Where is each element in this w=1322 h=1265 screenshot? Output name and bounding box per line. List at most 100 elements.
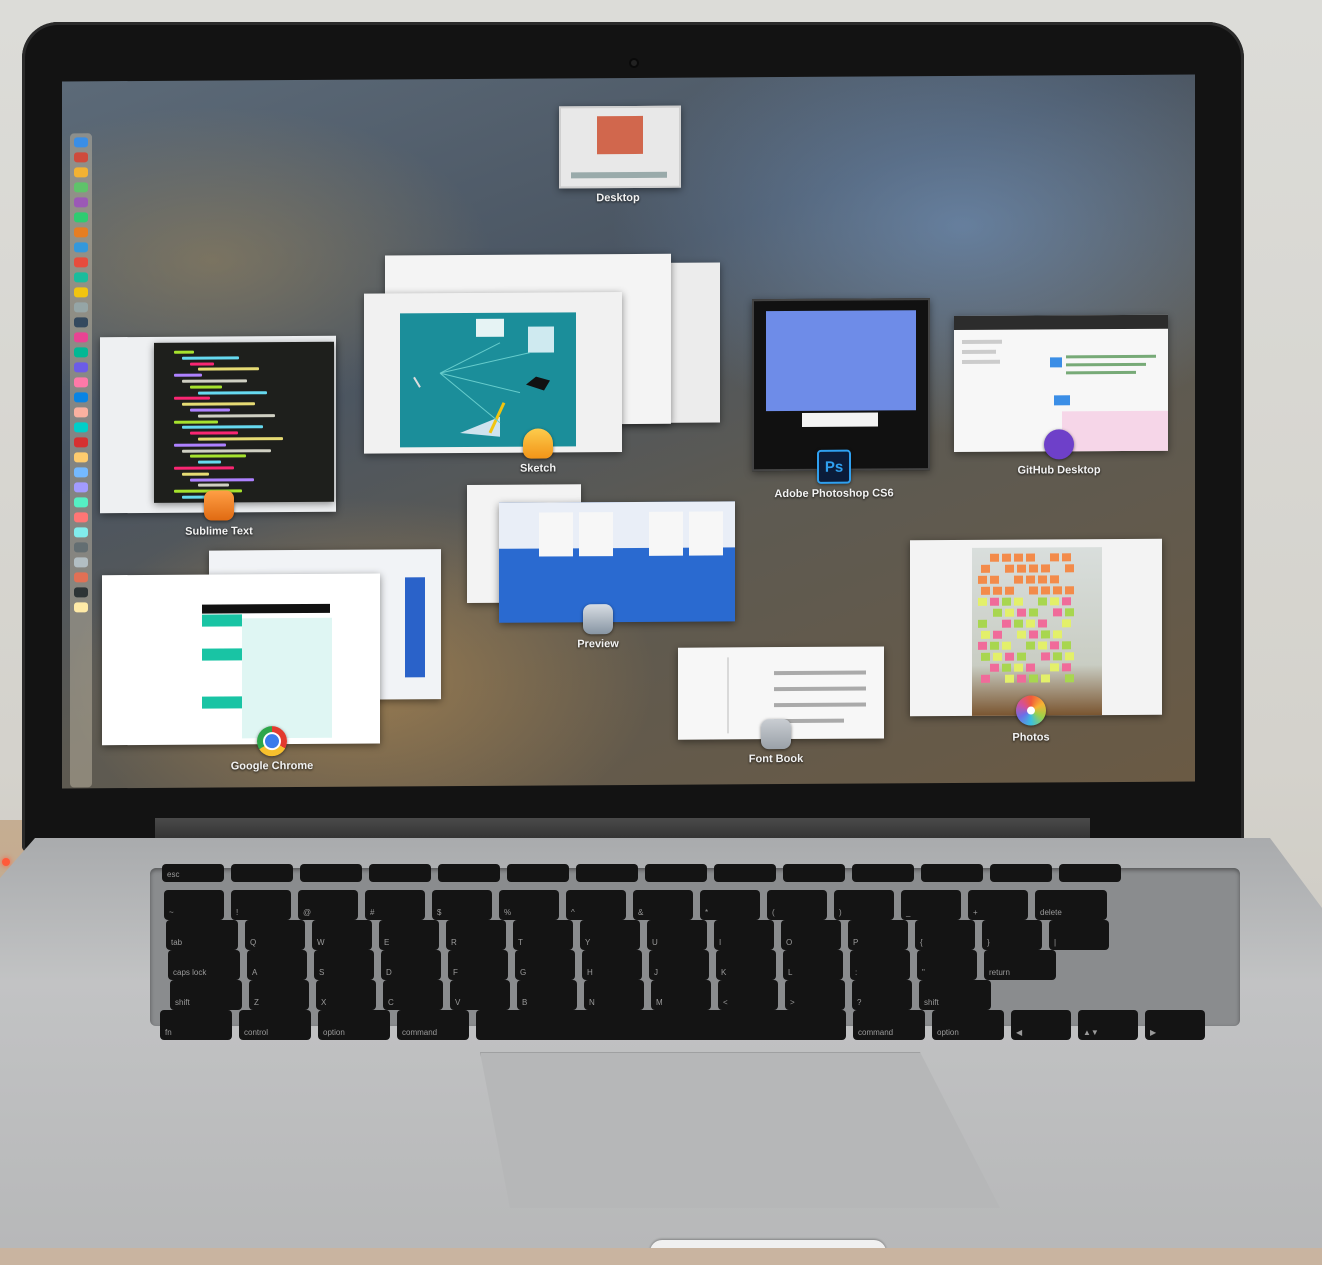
- dock-app-icon[interactable]: [74, 497, 88, 508]
- key[interactable]: [921, 864, 983, 882]
- dock-app-icon[interactable]: [74, 182, 88, 193]
- key[interactable]: V: [450, 980, 510, 1010]
- dock-app-icon[interactable]: [74, 272, 88, 283]
- key[interactable]: [714, 864, 776, 882]
- key[interactable]: [990, 864, 1052, 882]
- key[interactable]: %: [499, 890, 559, 920]
- dock-app-icon[interactable]: [74, 572, 88, 583]
- key[interactable]: [369, 864, 431, 882]
- key[interactable]: D: [381, 950, 441, 980]
- key[interactable]: A: [247, 950, 307, 980]
- key[interactable]: J: [649, 950, 709, 980]
- dock-app-icon[interactable]: [74, 482, 88, 493]
- key[interactable]: caps lock: [168, 950, 240, 980]
- dock-app-icon[interactable]: [74, 467, 88, 478]
- dock-app-icon[interactable]: [74, 527, 88, 538]
- dock-app-icon[interactable]: [74, 287, 88, 298]
- key[interactable]: Q: [245, 920, 305, 950]
- trackpad[interactable]: [480, 1052, 1000, 1208]
- key[interactable]: Y: [580, 920, 640, 950]
- key[interactable]: :: [850, 950, 910, 980]
- dock-app-icon[interactable]: [74, 422, 88, 433]
- key[interactable]: ^: [566, 890, 626, 920]
- dock-app-icon[interactable]: [74, 392, 88, 403]
- dock-app-icon[interactable]: [74, 347, 88, 358]
- dock-app-icon[interactable]: [74, 587, 88, 598]
- key[interactable]: U: [647, 920, 707, 950]
- key[interactable]: [783, 864, 845, 882]
- dock-app-icon[interactable]: [74, 557, 88, 568]
- key[interactable]: <: [718, 980, 778, 1010]
- key[interactable]: B: [517, 980, 577, 1010]
- key[interactable]: fn: [160, 1010, 232, 1040]
- key[interactable]: G: [515, 950, 575, 980]
- key[interactable]: shift: [919, 980, 991, 1010]
- sketch-window[interactable]: [364, 292, 622, 454]
- key[interactable]: X: [316, 980, 376, 1010]
- key[interactable]: F: [448, 950, 508, 980]
- key[interactable]: option: [932, 1010, 1004, 1040]
- key[interactable]: [231, 864, 293, 882]
- preview-window[interactable]: [499, 501, 735, 623]
- key[interactable]: {: [915, 920, 975, 950]
- dock-app-icon[interactable]: [74, 452, 88, 463]
- dock[interactable]: [70, 133, 92, 788]
- key[interactable]: [438, 864, 500, 882]
- key[interactable]: ▶: [1145, 1010, 1205, 1040]
- key[interactable]: esc: [162, 864, 224, 882]
- key[interactable]: N: [584, 980, 644, 1010]
- key[interactable]: T: [513, 920, 573, 950]
- key[interactable]: (: [767, 890, 827, 920]
- key[interactable]: P: [848, 920, 908, 950]
- key[interactable]: >: [785, 980, 845, 1010]
- key[interactable]: control: [239, 1010, 311, 1040]
- desktop-thumbnail[interactable]: [559, 105, 681, 189]
- key[interactable]: command: [853, 1010, 925, 1040]
- key[interactable]: +: [968, 890, 1028, 920]
- sublime-window[interactable]: [154, 341, 334, 503]
- key[interactable]: H: [582, 950, 642, 980]
- dock-app-icon[interactable]: [74, 167, 88, 178]
- dock-app-icon[interactable]: [74, 302, 88, 313]
- key[interactable]: [576, 864, 638, 882]
- photos-window[interactable]: [910, 538, 1162, 717]
- dock-app-icon[interactable]: [74, 437, 88, 448]
- key[interactable]: E: [379, 920, 439, 950]
- key[interactable]: delete: [1035, 890, 1107, 920]
- key[interactable]: return: [984, 950, 1056, 980]
- dock-app-icon[interactable]: [74, 197, 88, 208]
- key[interactable]: [476, 1010, 846, 1040]
- key[interactable]: S: [314, 950, 374, 980]
- key[interactable]: [1059, 864, 1121, 882]
- dock-app-icon[interactable]: [74, 512, 88, 523]
- key[interactable]: }: [982, 920, 1042, 950]
- dock-app-icon[interactable]: [74, 602, 88, 613]
- dock-app-icon[interactable]: [74, 137, 88, 148]
- dock-app-icon[interactable]: [74, 362, 88, 373]
- dock-app-icon[interactable]: [74, 242, 88, 253]
- key[interactable]: M: [651, 980, 711, 1010]
- dock-app-icon[interactable]: [74, 407, 88, 418]
- key[interactable]: _: [901, 890, 961, 920]
- key[interactable]: ?: [852, 980, 912, 1010]
- key[interactable]: O: [781, 920, 841, 950]
- key[interactable]: W: [312, 920, 372, 950]
- key[interactable]: ": [917, 950, 977, 980]
- key[interactable]: $: [432, 890, 492, 920]
- key[interactable]: ~: [164, 890, 224, 920]
- key[interactable]: L: [783, 950, 843, 980]
- dock-app-icon[interactable]: [74, 227, 88, 238]
- key[interactable]: Z: [249, 980, 309, 1010]
- dock-app-icon[interactable]: [74, 257, 88, 268]
- key[interactable]: [507, 864, 569, 882]
- key[interactable]: tab: [166, 920, 238, 950]
- key[interactable]: #: [365, 890, 425, 920]
- key[interactable]: ▲▼: [1078, 1010, 1138, 1040]
- key[interactable]: R: [446, 920, 506, 950]
- key[interactable]: ◀: [1011, 1010, 1071, 1040]
- key[interactable]: @: [298, 890, 358, 920]
- key[interactable]: option: [318, 1010, 390, 1040]
- photoshop-window[interactable]: [752, 298, 930, 472]
- key[interactable]: shift: [170, 980, 242, 1010]
- dock-app-icon[interactable]: [74, 542, 88, 553]
